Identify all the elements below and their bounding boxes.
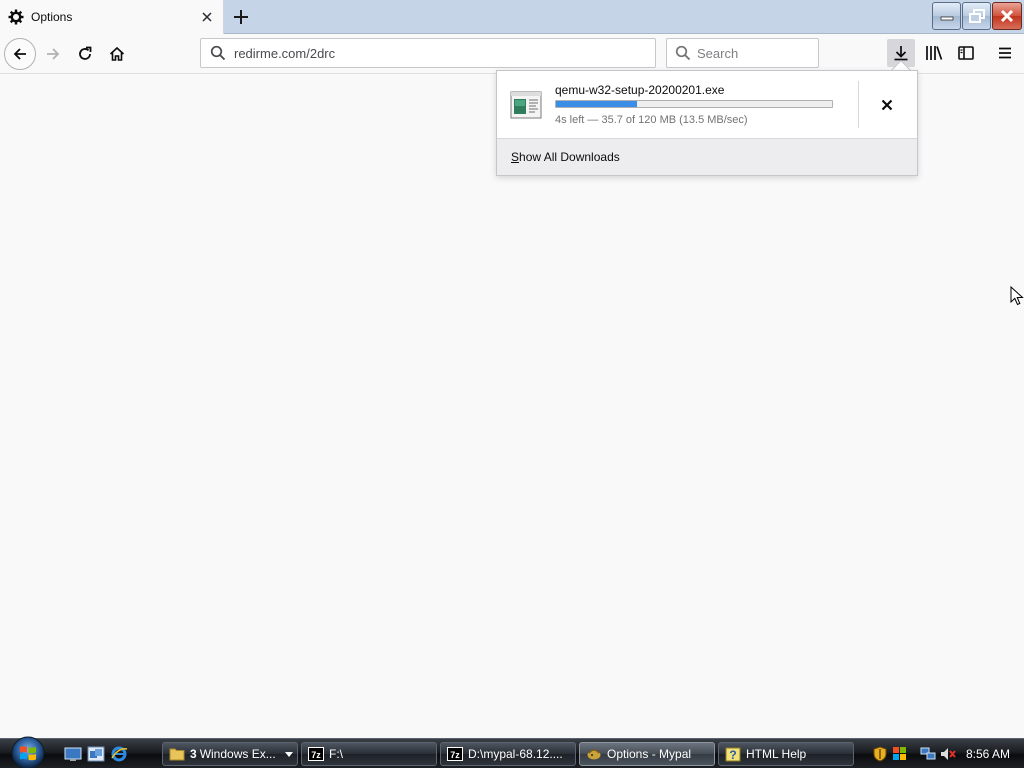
search-placeholder[interactable]: Search	[697, 46, 738, 61]
cancel-download-button[interactable]	[875, 93, 899, 117]
mouse-cursor-icon	[1010, 286, 1024, 306]
tab-strip: Options	[0, 0, 1024, 34]
download-progress-bar	[555, 100, 833, 108]
internet-explorer-icon[interactable]	[110, 745, 128, 763]
download-progress-fill	[556, 101, 638, 107]
new-tab-button[interactable]	[228, 4, 254, 30]
window-controls	[931, 2, 1022, 30]
help-icon: ?	[725, 746, 741, 762]
chevron-down-icon	[285, 752, 293, 757]
tab-title: Options	[31, 10, 73, 24]
search-icon	[675, 45, 691, 61]
library-button[interactable]	[920, 39, 948, 67]
restore-button[interactable]	[962, 2, 991, 30]
taskbar-item-7zip-f[interactable]: 7z F:\	[301, 742, 437, 766]
download-status: 4s left — 35.7 of 120 MB (13.5 MB/sec)	[555, 114, 748, 126]
windows-security-icon[interactable]	[892, 746, 908, 762]
close-icon	[881, 99, 893, 111]
system-tray: 8:56 AM	[868, 739, 1024, 768]
library-icon	[926, 46, 943, 60]
close-tab-icon[interactable]	[199, 9, 215, 25]
back-arrow-icon	[13, 48, 26, 60]
7zip-icon: 7z	[447, 746, 463, 762]
forward-button[interactable]	[38, 39, 68, 69]
sidebar-icon	[958, 46, 974, 60]
taskbar-item-windows-explorer[interactable]: 3 Windows Ex...	[162, 742, 298, 766]
taskbar-item-label: HTML Help	[746, 747, 807, 761]
app-menu-button[interactable]	[991, 39, 1019, 67]
svg-text:?: ?	[729, 748, 736, 762]
close-window-button[interactable]	[992, 2, 1022, 30]
divider	[858, 81, 859, 128]
gear-icon	[8, 9, 24, 25]
reload-icon	[79, 46, 92, 60]
url-bar[interactable]: redirme.com/2drc	[200, 38, 656, 68]
taskbar-item-mypal[interactable]: Options - Mypal	[579, 742, 715, 766]
hamburger-menu-icon	[999, 47, 1011, 59]
download-item[interactable]: qemu-w32-setup-20200201.exe 4s left — 35…	[497, 71, 917, 138]
taskbar: 3 Windows Ex... 7z F:\ 7z D:\mypal-68.12…	[0, 735, 1024, 768]
downloads-panel: qemu-w32-setup-20200201.exe 4s left — 35…	[496, 70, 918, 176]
url-text[interactable]: redirme.com/2drc	[234, 46, 335, 61]
taskbar-item-7zip-mypal[interactable]: 7z D:\mypal-68.12....	[440, 742, 576, 766]
folder-icon	[169, 746, 185, 762]
taskbar-item-label: Options - Mypal	[607, 747, 692, 761]
show-desktop-icon[interactable]	[64, 745, 82, 763]
system-clock[interactable]: 8:56 AM	[966, 747, 1010, 761]
network-icon[interactable]	[920, 746, 936, 762]
tab-options[interactable]: Options	[0, 0, 224, 34]
windows-logo-icon	[11, 736, 45, 768]
download-filename: qemu-w32-setup-20200201.exe	[555, 83, 725, 97]
reload-button[interactable]	[70, 39, 100, 69]
7zip-icon: 7z	[308, 746, 324, 762]
show-all-downloads-label: Show All Downloads	[511, 150, 620, 164]
home-icon	[109, 46, 125, 61]
taskbar-item-label: Windows Ex...	[199, 747, 276, 761]
taskbar-group-count: 3	[190, 747, 197, 761]
svg-text:7z: 7z	[450, 750, 460, 760]
volume-muted-icon[interactable]	[940, 746, 956, 762]
back-button[interactable]	[4, 38, 36, 70]
taskbar-item-label: D:\mypal-68.12....	[468, 747, 563, 761]
taskbar-item-label: F:\	[329, 747, 343, 761]
start-button[interactable]	[8, 735, 48, 768]
taskbar-item-html-help[interactable]: ? HTML Help	[718, 742, 854, 766]
show-all-downloads-button[interactable]: Show All Downloads	[497, 138, 917, 175]
search-icon	[210, 45, 226, 61]
shield-icon[interactable]	[872, 746, 888, 762]
mypal-icon	[586, 746, 602, 762]
download-arrow-icon	[894, 46, 908, 61]
forward-arrow-icon	[47, 48, 60, 60]
executable-file-icon	[510, 91, 542, 119]
switch-windows-icon[interactable]	[87, 745, 105, 763]
sidebar-button[interactable]	[952, 39, 980, 67]
svg-text:7z: 7z	[311, 750, 321, 760]
minimize-button[interactable]	[932, 2, 961, 30]
search-bar[interactable]: Search	[666, 38, 819, 68]
navigation-toolbar: redirme.com/2drc Search	[0, 34, 1024, 74]
home-button[interactable]	[102, 39, 132, 69]
